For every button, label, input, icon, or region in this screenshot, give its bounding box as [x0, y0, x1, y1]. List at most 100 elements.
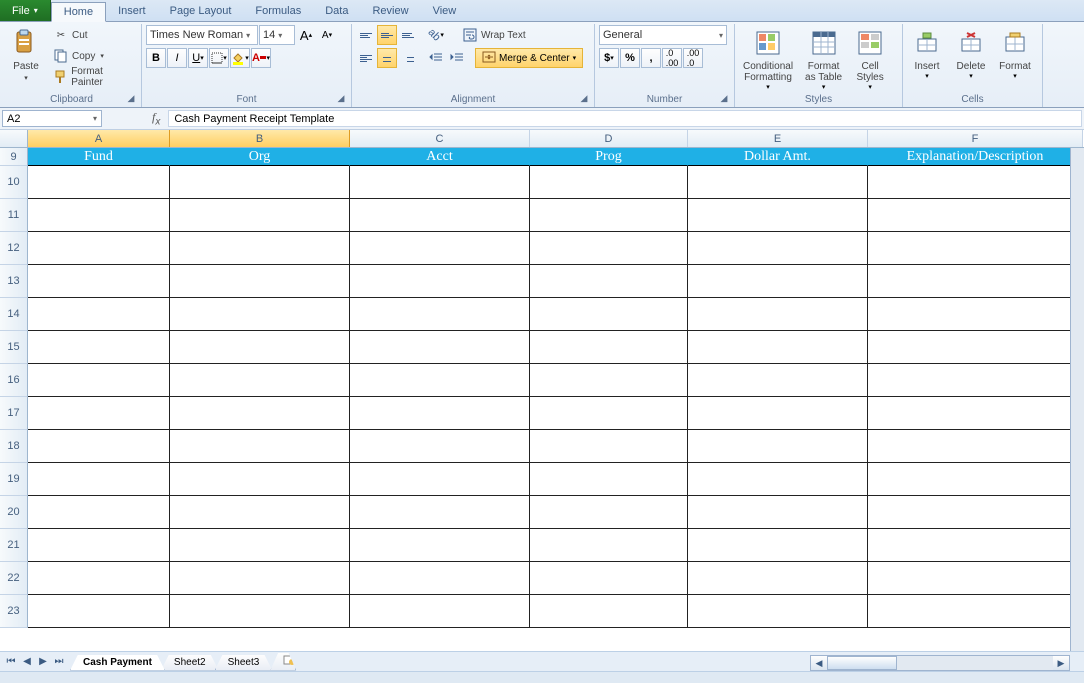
decrease-indent-button[interactable] — [426, 48, 446, 68]
cell-A22[interactable] — [28, 562, 170, 595]
tab-review[interactable]: Review — [360, 1, 420, 21]
cell-D19[interactable] — [530, 463, 688, 496]
cell-A11[interactable] — [28, 199, 170, 232]
borders-button[interactable]: ▾ — [209, 48, 229, 68]
cell-A16[interactable] — [28, 364, 170, 397]
cell-F21[interactable] — [868, 529, 1083, 562]
cell-A13[interactable] — [28, 265, 170, 298]
cell-C10[interactable] — [350, 166, 530, 199]
cell-A9[interactable]: Fund — [28, 148, 170, 166]
delete-cells-button[interactable]: Delete▾ — [951, 25, 991, 82]
cell-B23[interactable] — [170, 595, 350, 628]
bold-button[interactable]: B — [146, 48, 166, 68]
cell-C22[interactable] — [350, 562, 530, 595]
cell-B21[interactable] — [170, 529, 350, 562]
new-sheet-button[interactable] — [270, 653, 296, 671]
align-middle-button[interactable] — [377, 25, 397, 45]
cell-D23[interactable] — [530, 595, 688, 628]
cell-C19[interactable] — [350, 463, 530, 496]
number-format-combo[interactable]: General▾ — [599, 25, 727, 45]
sheet-nav-first[interactable]: ⏮ — [3, 654, 19, 670]
cell-E16[interactable] — [688, 364, 868, 397]
cell-E21[interactable] — [688, 529, 868, 562]
cell-E10[interactable] — [688, 166, 868, 199]
cell-E23[interactable] — [688, 595, 868, 628]
row-header-18[interactable]: 18 — [0, 430, 28, 463]
orientation-button[interactable]: ab▾ — [426, 25, 446, 45]
row-header-16[interactable]: 16 — [0, 364, 28, 397]
cell-D12[interactable] — [530, 232, 688, 265]
tab-formulas[interactable]: Formulas — [243, 1, 313, 21]
cells-area[interactable]: FundOrgAcctProgDollar Amt.Explanation/De… — [28, 148, 1084, 628]
font-launcher[interactable]: ◢ — [335, 93, 347, 105]
cell-E11[interactable] — [688, 199, 868, 232]
cell-F16[interactable] — [868, 364, 1083, 397]
align-bottom-button[interactable] — [398, 25, 418, 45]
wrap-text-button[interactable]: Wrap Text — [454, 25, 529, 45]
fill-color-button[interactable]: ▾ — [230, 48, 250, 68]
cell-F14[interactable] — [868, 298, 1083, 331]
increase-font-button[interactable]: A▴ — [296, 25, 316, 45]
cell-D18[interactable] — [530, 430, 688, 463]
cell-D9[interactable]: Prog — [530, 148, 688, 166]
cell-E22[interactable] — [688, 562, 868, 595]
sheet-tab-2[interactable]: Sheet2 — [161, 655, 219, 671]
font-size-combo[interactable]: 14▾ — [259, 25, 295, 45]
cell-C17[interactable] — [350, 397, 530, 430]
cell-A10[interactable] — [28, 166, 170, 199]
cut-button[interactable]: ✂ Cut — [50, 25, 137, 45]
cell-D17[interactable] — [530, 397, 688, 430]
row-header-20[interactable]: 20 — [0, 496, 28, 529]
tab-home[interactable]: Home — [51, 2, 106, 22]
format-cells-button[interactable]: Format▾ — [995, 25, 1035, 82]
sheet-tab-active[interactable]: Cash Payment — [70, 655, 165, 671]
row-header-14[interactable]: 14 — [0, 298, 28, 331]
cell-A23[interactable] — [28, 595, 170, 628]
cell-B16[interactable] — [170, 364, 350, 397]
cell-F17[interactable] — [868, 397, 1083, 430]
decrease-font-button[interactable]: A▾ — [317, 25, 337, 45]
font-name-combo[interactable]: Times New Roman▾ — [146, 25, 258, 45]
cell-D20[interactable] — [530, 496, 688, 529]
sheet-nav-last[interactable]: ⏭ — [51, 654, 67, 670]
align-right-button[interactable] — [398, 48, 418, 68]
clipboard-launcher[interactable]: ◢ — [125, 93, 137, 105]
cell-B17[interactable] — [170, 397, 350, 430]
row-header-21[interactable]: 21 — [0, 529, 28, 562]
cell-A19[interactable] — [28, 463, 170, 496]
cell-F23[interactable] — [868, 595, 1083, 628]
tab-insert[interactable]: Insert — [106, 1, 158, 21]
cell-A15[interactable] — [28, 331, 170, 364]
cell-F20[interactable] — [868, 496, 1083, 529]
row-header-12[interactable]: 12 — [0, 232, 28, 265]
fx-icon[interactable]: fx — [144, 110, 168, 127]
name-box[interactable]: A2▾ — [2, 110, 102, 127]
row-header-17[interactable]: 17 — [0, 397, 28, 430]
cell-E15[interactable] — [688, 331, 868, 364]
format-painter-button[interactable]: Format Painter — [50, 67, 137, 87]
cell-B20[interactable] — [170, 496, 350, 529]
cell-D16[interactable] — [530, 364, 688, 397]
row-header-13[interactable]: 13 — [0, 265, 28, 298]
cell-C13[interactable] — [350, 265, 530, 298]
align-left-button[interactable] — [356, 48, 376, 68]
cell-E17[interactable] — [688, 397, 868, 430]
decrease-decimal-button[interactable]: .00.0 — [683, 48, 703, 68]
cell-B22[interactable] — [170, 562, 350, 595]
cell-F13[interactable] — [868, 265, 1083, 298]
cell-D10[interactable] — [530, 166, 688, 199]
column-header-D[interactable]: D — [530, 130, 688, 147]
cell-E14[interactable] — [688, 298, 868, 331]
cell-C15[interactable] — [350, 331, 530, 364]
cell-F19[interactable] — [868, 463, 1083, 496]
tab-page-layout[interactable]: Page Layout — [158, 1, 244, 21]
cell-A14[interactable] — [28, 298, 170, 331]
cell-D13[interactable] — [530, 265, 688, 298]
cell-B11[interactable] — [170, 199, 350, 232]
underline-button[interactable]: U▾ — [188, 48, 208, 68]
cell-C11[interactable] — [350, 199, 530, 232]
align-center-button[interactable] — [377, 48, 397, 68]
align-top-button[interactable] — [356, 25, 376, 45]
cell-E19[interactable] — [688, 463, 868, 496]
cell-F10[interactable] — [868, 166, 1083, 199]
